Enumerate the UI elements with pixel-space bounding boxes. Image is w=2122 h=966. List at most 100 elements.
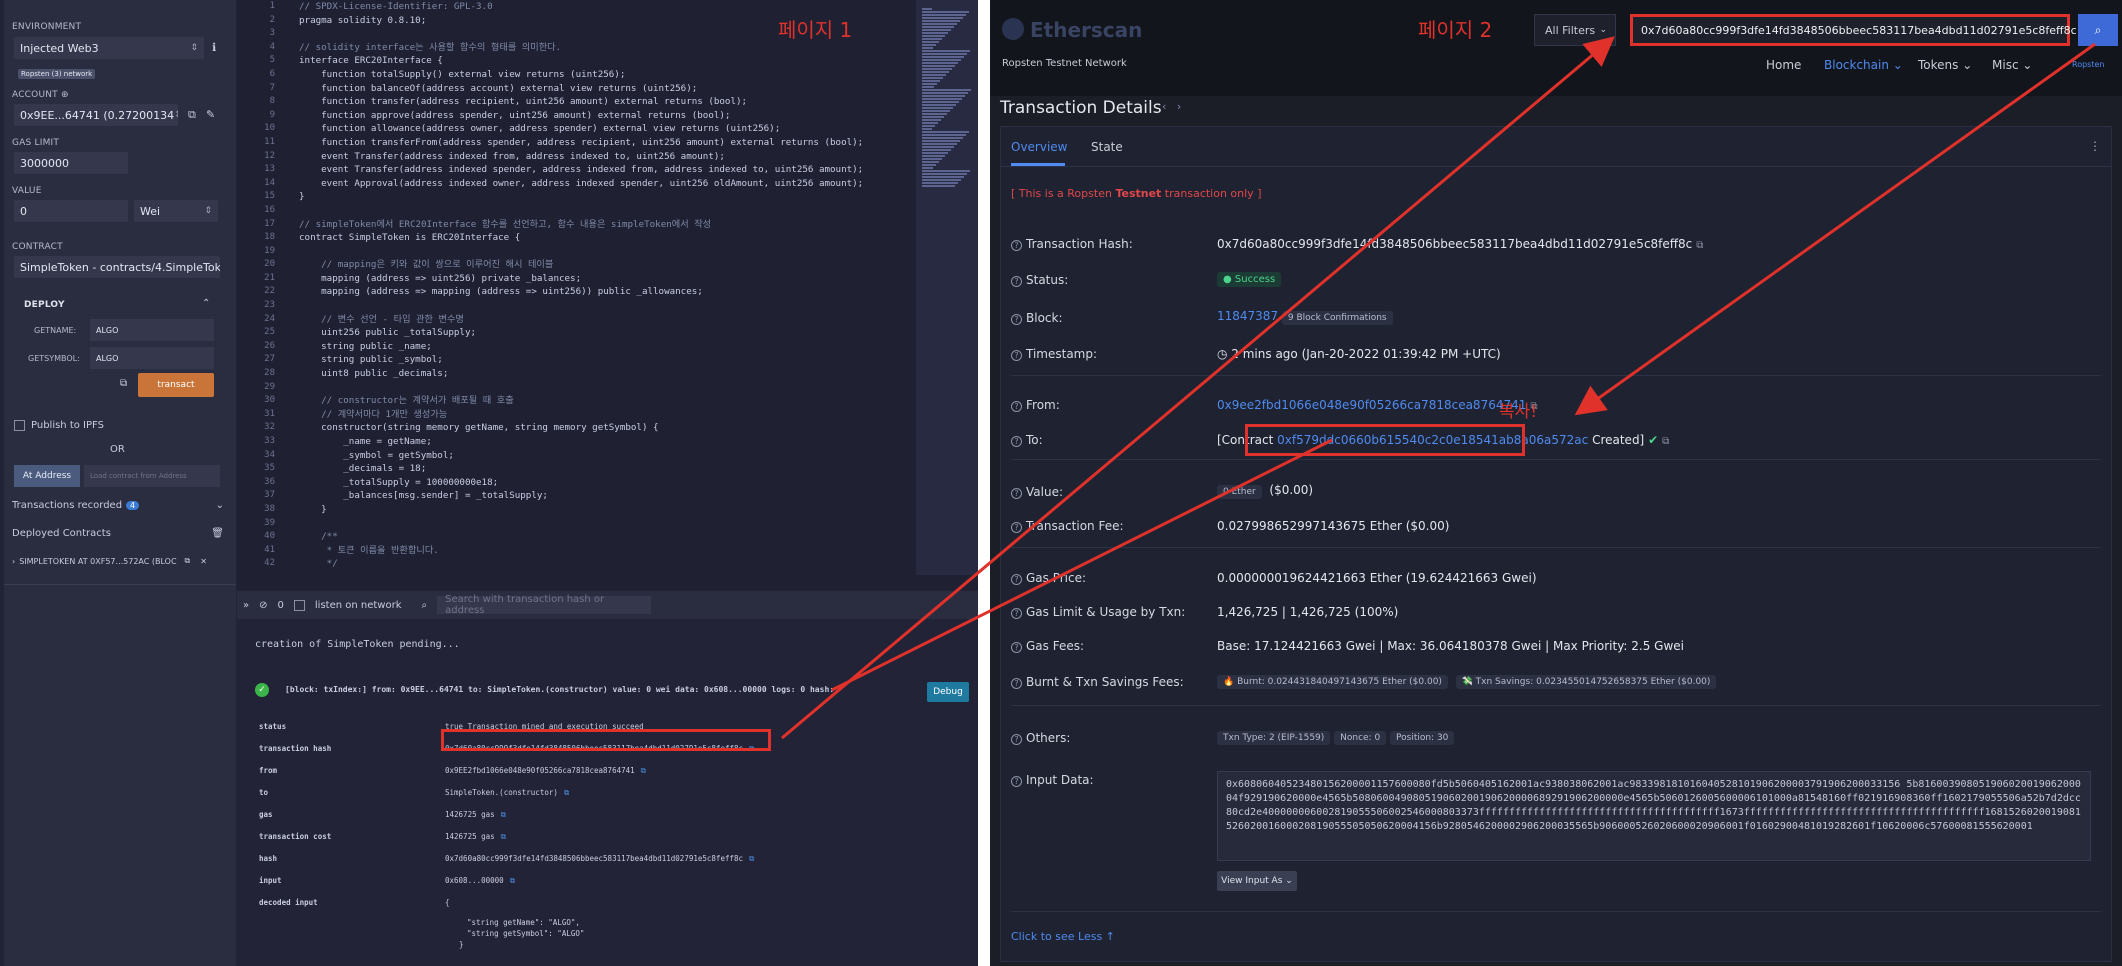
chevron-down-icon[interactable]: ⌄: [216, 500, 224, 511]
gas-limit-input[interactable]: 3000000: [14, 152, 128, 174]
deployed-contract-item[interactable]: › SIMPLETOKEN AT 0XF57...572AC (BLOC ⧉ ✕: [12, 556, 228, 566]
etherscan-logo-icon[interactable]: [1002, 18, 1024, 40]
load-contract-input[interactable]: Load contract from Address: [84, 465, 220, 487]
code-line: mapping (address => mapping (address => …: [299, 286, 703, 298]
status-label: ? Status:: [1011, 273, 1068, 287]
page-title: Transaction Details: [1000, 98, 1162, 118]
minimap-line: [922, 164, 936, 166]
transactions-recorded[interactable]: Transactions recorded 4 ⌄: [12, 500, 224, 511]
value-unit-select[interactable]: Wei ⇕: [134, 200, 218, 222]
copy-icon[interactable]: ⧉: [188, 108, 196, 122]
code-line: function balanceOf(address account) exte…: [299, 82, 698, 94]
contract-select[interactable]: SimpleToken - contracts/4.SimpleToke: [14, 256, 220, 278]
checkbox[interactable]: [14, 420, 25, 431]
copy-icon[interactable]: ⧉: [501, 832, 506, 841]
chevron-left-icon[interactable]: ‹: [1162, 100, 1166, 113]
network-switch[interactable]: Ropsten: [2072, 60, 2104, 69]
transact-button[interactable]: transact: [138, 373, 214, 397]
hash-label: ? Transaction Hash:: [1011, 237, 1133, 251]
at-address-button[interactable]: At Address: [14, 465, 80, 487]
code-line: _totalSupply = 100000000e18;: [299, 476, 499, 488]
account-label: ACCOUNT ⊕: [12, 90, 69, 100]
environment-select[interactable]: Injected Web3 ⇕: [14, 37, 204, 59]
copy-icon[interactable]: ⧉: [120, 378, 127, 389]
help-icon: ?: [1011, 678, 1022, 689]
nav-tokens[interactable]: Tokens ⌄: [1918, 58, 1972, 72]
minimap-line: [922, 131, 969, 133]
prev-next-arrows[interactable]: ‹ ›: [1162, 100, 1181, 113]
view-input-as-button[interactable]: View Input As ⌄: [1217, 871, 1297, 891]
from-value: 0x9ee2fbd1066e048e90f05266ca7818cea87647…: [1217, 398, 1538, 412]
decoded-input-line: "string getName": "ALGO",: [467, 918, 580, 927]
minimap-line: [922, 38, 942, 40]
minimap-line: [922, 17, 963, 19]
copy-icon[interactable]: ⧉: [641, 766, 646, 775]
nav-blockchain[interactable]: Blockchain ⌄: [1824, 58, 1903, 72]
input-data-textarea[interactable]: 0x60806040523480156200001157600080fd5b50…: [1217, 771, 2091, 861]
code-line: mapping (address => uint256) private _ba…: [299, 272, 582, 284]
debug-button[interactable]: Debug: [927, 682, 969, 702]
see-less-link[interactable]: Click to see Less ↑: [1011, 930, 1115, 943]
search-input[interactable]: 0x7d60a80cc999f3dfe14fd3848506bbeec58311…: [1630, 14, 2077, 46]
chevron-right-icon[interactable]: ›: [12, 557, 15, 566]
plus-icon[interactable]: ⊕: [61, 90, 69, 100]
line-number: 18: [264, 232, 275, 243]
value-input[interactable]: 0: [14, 200, 128, 222]
tab-overview[interactable]: Overview: [1011, 140, 1068, 154]
block-link[interactable]: 11847387: [1217, 309, 1278, 323]
minimap-line: [922, 89, 971, 91]
trash-icon[interactable]: 🗑: [211, 528, 224, 539]
tab-state[interactable]: State: [1091, 140, 1123, 154]
contract-label: CONTRACT: [12, 242, 63, 252]
code-line: event Transfer(address indexed from, add…: [299, 150, 725, 162]
help-icon: ?: [1011, 642, 1022, 653]
divider: [1011, 547, 2101, 548]
copy-icon[interactable]: ⧉: [1662, 436, 1669, 447]
close-icon[interactable]: ✕: [200, 557, 207, 566]
copy-icon[interactable]: ⧉: [1696, 240, 1703, 251]
code-line: function transferFrom(address spender, a…: [299, 136, 864, 148]
minimap-line: [922, 23, 957, 25]
minimap-line: [922, 176, 964, 178]
publish-ipfs-checkbox[interactable]: Publish to IPFS: [14, 420, 104, 431]
code-editor[interactable]: 1 2 3 4 5 6 7 8 9 10 11 12 13 14 15 16 17 18 19 20 21 22 23 24 2…: [237, 0, 978, 590]
search-button[interactable]: ⌕: [2078, 14, 2118, 46]
code-line: string public _symbol;: [299, 354, 443, 366]
success-check-icon: ✓: [255, 683, 269, 697]
copy-annotation: 복사!: [1499, 402, 1538, 422]
line-number: 37: [264, 490, 275, 501]
chevron-up-icon[interactable]: ⌃: [202, 298, 210, 309]
copy-icon[interactable]: ⧉: [564, 788, 569, 797]
from-address-link[interactable]: 0x9ee2fbd1066e048e90f05266ca7818cea87647…: [1217, 398, 1526, 412]
minimap[interactable]: [916, 0, 978, 575]
code-text[interactable]: // SPDX-License-Identifier: GPL-3.0 pragm…: [299, 0, 889, 571]
chevron-down-icon: ⌄: [1599, 25, 1607, 35]
more-icon[interactable]: ⋮: [2089, 139, 2101, 153]
txn-type-pill: Txn Type: 2 (EIP-1559): [1217, 731, 1331, 745]
info-icon[interactable]: ℹ: [212, 41, 216, 54]
minimap-line: [922, 152, 948, 154]
account-select[interactable]: 0x9EE...64741 (0.27200134 ⇕: [14, 104, 178, 126]
collapse-icon[interactable]: »: [243, 600, 249, 611]
copy-icon[interactable]: ⧉: [510, 876, 515, 885]
copy-icon[interactable]: ⧉: [185, 556, 191, 566]
getname-input[interactable]: ALGO: [90, 319, 214, 341]
copy-icon[interactable]: ⧉: [749, 854, 754, 863]
filter-select[interactable]: All Filters ⌄: [1534, 14, 1616, 46]
listen-checkbox[interactable]: [293, 599, 305, 611]
clear-icon[interactable]: ⊘: [259, 600, 267, 611]
copy-icon[interactable]: ⧉: [501, 810, 506, 819]
nav-home[interactable]: Home: [1766, 58, 1801, 72]
minimap-line: [922, 56, 964, 58]
etherscan-logo[interactable]: Etherscan: [1030, 18, 1142, 42]
minimap-line: [922, 179, 961, 181]
edit-icon[interactable]: ✎: [206, 108, 215, 121]
hash-value[interactable]: 0x7d60a80cc999f3dfe14fd3848506bbeec58311…: [1217, 237, 1703, 251]
nav-misc[interactable]: Misc ⌄: [1992, 58, 2032, 72]
console-search-input[interactable]: Search with transaction hash or address: [437, 594, 652, 616]
testnet-warning: [ This is a Ropsten Testnet transaction …: [1011, 187, 1262, 200]
minimap-line: [922, 68, 952, 70]
chevron-right-icon[interactable]: ›: [1177, 100, 1181, 113]
getsymbol-input[interactable]: ALGO: [90, 347, 214, 369]
